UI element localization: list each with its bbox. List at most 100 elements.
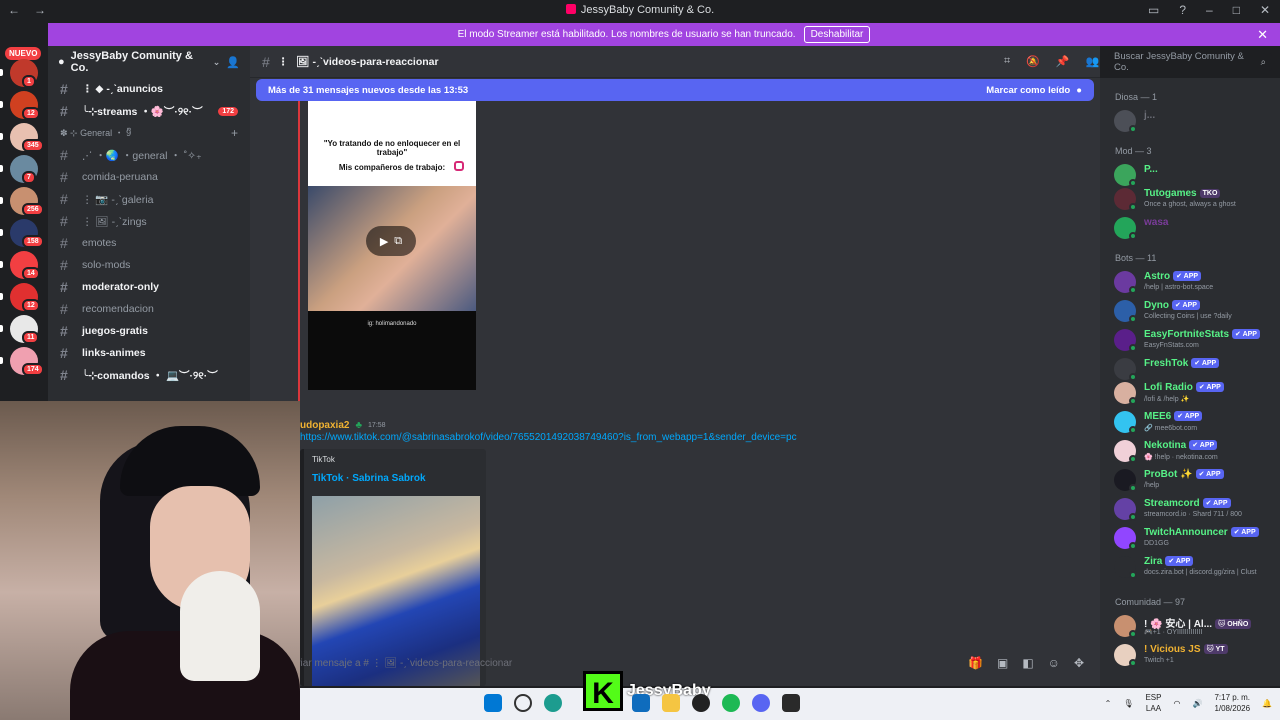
channel-item[interactable]: # ⋰ ・🌏 ・general ・ ˚✧₊ xyxy=(48,144,250,166)
channel-item[interactable]: # moderator-only xyxy=(48,276,250,298)
member-item[interactable]: Dyno ✔ APP Collecting Coins | use ?daily xyxy=(1114,300,1278,324)
mark-read-button[interactable]: Marcar como leído xyxy=(986,85,1070,96)
badge-icon: ♣ xyxy=(355,420,363,431)
inbox-icon[interactable]: ▭ xyxy=(1148,3,1159,17)
window-controls: ▭ ? – □ ✕ xyxy=(1148,3,1270,17)
wifi-icon[interactable]: ◠ xyxy=(1173,699,1180,708)
maximize-button[interactable]: □ xyxy=(1233,3,1240,17)
epic-icon[interactable] xyxy=(782,694,800,712)
close-banner-icon[interactable]: ✕ xyxy=(1257,27,1268,43)
channel-item[interactable]: # recomendacion xyxy=(48,298,250,320)
channel-item[interactable]: # ⋮ ◆ -ˏˋanuncios xyxy=(48,78,250,100)
member-item[interactable]: ProBot ✨ ✔ APP/help xyxy=(1114,469,1278,493)
message-composer[interactable]: nviar mensaje a # ⋮ 🖼 -ˏˋvideos-para-rea… xyxy=(290,652,1098,674)
member-item[interactable]: Astro ✔ APP/help | astro-bot.space xyxy=(1114,271,1278,295)
member-item[interactable]: Zira ✔ APP docs.zira.bot | discord.gg/zira… xyxy=(1114,556,1278,580)
status-indicator xyxy=(1129,232,1137,240)
search-taskbar-icon[interactable] xyxy=(514,694,532,712)
member-name: Astro ✔ APP xyxy=(1144,271,1202,282)
help-icon[interactable]: ? xyxy=(1179,3,1186,17)
chevron-up-icon[interactable]: ⌃ xyxy=(1105,699,1112,708)
add-channel-icon[interactable]: + xyxy=(231,126,238,140)
members-icon[interactable]: 👥 xyxy=(1086,55,1100,68)
member-item[interactable]: ! Vicious JS 🐱 YT Twitch +1 xyxy=(1114,644,1278,668)
apps-icon[interactable]: ✥ xyxy=(1074,656,1084,670)
start-icon[interactable] xyxy=(484,694,502,712)
message-timestamp: 17:58 xyxy=(368,422,386,429)
new-messages-text: Más de 31 mensajes nuevos desde las 13:5… xyxy=(268,84,469,96)
member-section-header: Bots — 11 xyxy=(1115,253,1157,263)
obs-icon[interactable] xyxy=(692,694,710,712)
member-item[interactable]: j... xyxy=(1114,110,1278,134)
message-header: udopaxia2 ♣ 17:58 xyxy=(300,420,386,431)
member-status-text: DD1GG xyxy=(1144,540,1169,547)
member-item[interactable]: FreshTok ✔ APP xyxy=(1114,358,1278,382)
channel-category[interactable]: ✽ ⊹ General ・ 9ᩚ + xyxy=(48,122,250,144)
message-link[interactable]: https://www.tiktok.com/@sabrinasabrokof/… xyxy=(300,432,797,443)
channel-item[interactable]: # juegos-gratis xyxy=(48,320,250,342)
member-item[interactable]: wasa xyxy=(1114,217,1278,241)
language-indicator[interactable]: ESP LAA xyxy=(1145,692,1161,714)
channel-item[interactable]: # ⋮ 📷 -ˏˋgaleria xyxy=(48,188,250,210)
clock[interactable]: 7:17 p. m. 1/08/2026 xyxy=(1214,692,1250,714)
member-name: FreshTok ✔ APP xyxy=(1144,358,1220,369)
member-item[interactable]: MEE6 ✔ APP 🔗 mee6bot.com xyxy=(1114,411,1278,435)
channel-item[interactable]: # comida-peruana xyxy=(48,166,250,188)
gift-icon[interactable]: 🎁 xyxy=(968,656,983,670)
video-embed[interactable]: "Yo tratando de no enloquecer en el trab… xyxy=(308,101,476,390)
server-mention-badge: 345 xyxy=(22,139,44,152)
member-name: TwitchAnnouncer ✔ APP xyxy=(1144,527,1259,538)
minimize-button[interactable]: – xyxy=(1206,3,1213,17)
explorer-icon[interactable] xyxy=(662,694,680,712)
threads-icon[interactable]: ⌗ xyxy=(1004,55,1010,68)
message-author[interactable]: udopaxia2 xyxy=(300,420,349,431)
channel-name: ⋮ 🖼 -ˏˋzings xyxy=(82,215,147,228)
member-item[interactable]: Tutogames TKO Once a ghost, always a ghost xyxy=(1114,188,1278,212)
member-item[interactable]: ! 🌸 安心 | Al... 🐱 OHÑO 🎮+1 · OYIIIIIIIIIIII… xyxy=(1114,615,1278,639)
search-placeholder: Buscar JessyBaby Comunity & Co. xyxy=(1114,51,1244,73)
channel-item[interactable]: # links-animes xyxy=(48,342,250,364)
new-messages-bar[interactable]: Más de 31 mensajes nuevos desde las 13:5… xyxy=(256,79,1094,101)
discord-icon[interactable] xyxy=(752,694,770,712)
mention-count-badge: 172 xyxy=(218,106,238,116)
disable-streamer-button[interactable]: Deshabilitar xyxy=(803,26,871,43)
play-button[interactable]: ▶ ⧉ xyxy=(366,226,416,256)
member-status-text: 🔗 mee6bot.com xyxy=(1144,425,1198,432)
volume-icon[interactable]: 🔊 xyxy=(1192,699,1202,708)
channel-name: ⋰ ・🌏 ・general ・ ˚✧₊ xyxy=(82,149,202,162)
hash-icon: # xyxy=(60,301,68,317)
search-input[interactable]: Buscar JessyBaby Comunity & Co. ⌕ xyxy=(1108,51,1272,73)
channel-item[interactable]: # ⋮ 🖼 -ˏˋzings xyxy=(48,210,250,232)
channel-item[interactable]: # ╰⊹streams ・🌸︶·୨୧·︶ 172 xyxy=(48,100,250,122)
invite-icon[interactable]: 👤 xyxy=(226,56,240,69)
member-item[interactable]: P... xyxy=(1114,164,1278,188)
system-tray: ⌃ 🎙 ESP LAA ◠ 🔊 7:17 p. m. 1/08/2026 🔔 xyxy=(1105,692,1272,714)
mute-icon[interactable]: 🔕 xyxy=(1026,55,1040,68)
notification-icon[interactable]: 🔔 xyxy=(1262,699,1272,708)
server-mention-badge: 1 xyxy=(22,75,36,88)
server-header[interactable]: ● JessyBaby Comunity & Co. ⌄ 👤 xyxy=(48,46,250,78)
member-item[interactable]: TwitchAnnouncer ✔ APP DD1GG xyxy=(1114,527,1278,551)
member-name: ProBot ✨ ✔ APP xyxy=(1144,469,1224,480)
embed-title[interactable]: TikTok · Sabrina Sabrok xyxy=(312,473,426,484)
channel-item[interactable]: # solo-mods xyxy=(48,254,250,276)
member-item[interactable]: Streamcord ✔ APP streamcord.io · Shard 711… xyxy=(1114,498,1278,522)
member-name: Tutogames TKO xyxy=(1144,188,1221,199)
member-name: EasyFortniteStats ✔ APP xyxy=(1144,329,1260,340)
emoji-icon[interactable]: ☺ xyxy=(1048,656,1060,670)
unread-indicator xyxy=(0,165,3,172)
gif-icon[interactable]: ▣ xyxy=(997,656,1008,670)
close-button[interactable]: ✕ xyxy=(1260,3,1270,17)
member-item[interactable]: EasyFortniteStats ✔ APP EasyFnStats.com xyxy=(1114,329,1278,353)
sticker-icon[interactable]: ◧ xyxy=(1022,656,1033,670)
channel-item[interactable]: # emotes xyxy=(48,232,250,254)
edge-icon[interactable] xyxy=(544,694,562,712)
channel-item[interactable]: # ╰⊹comandos ・ 💻︶·୨୧·︶ xyxy=(48,364,250,386)
member-item[interactable]: Lofi Radio ✔ APP/lofi & /help ✨ xyxy=(1114,382,1278,406)
pin-icon[interactable]: 📌 xyxy=(1056,55,1070,68)
server-mention-badge: 256 xyxy=(22,203,44,216)
outlook-icon[interactable] xyxy=(632,694,650,712)
member-item[interactable]: Nekotina ✔ APP 🌸 !help · nekotina.com xyxy=(1114,440,1278,464)
spotify-icon[interactable] xyxy=(722,694,740,712)
mic-icon[interactable]: 🎙 xyxy=(1123,699,1133,708)
